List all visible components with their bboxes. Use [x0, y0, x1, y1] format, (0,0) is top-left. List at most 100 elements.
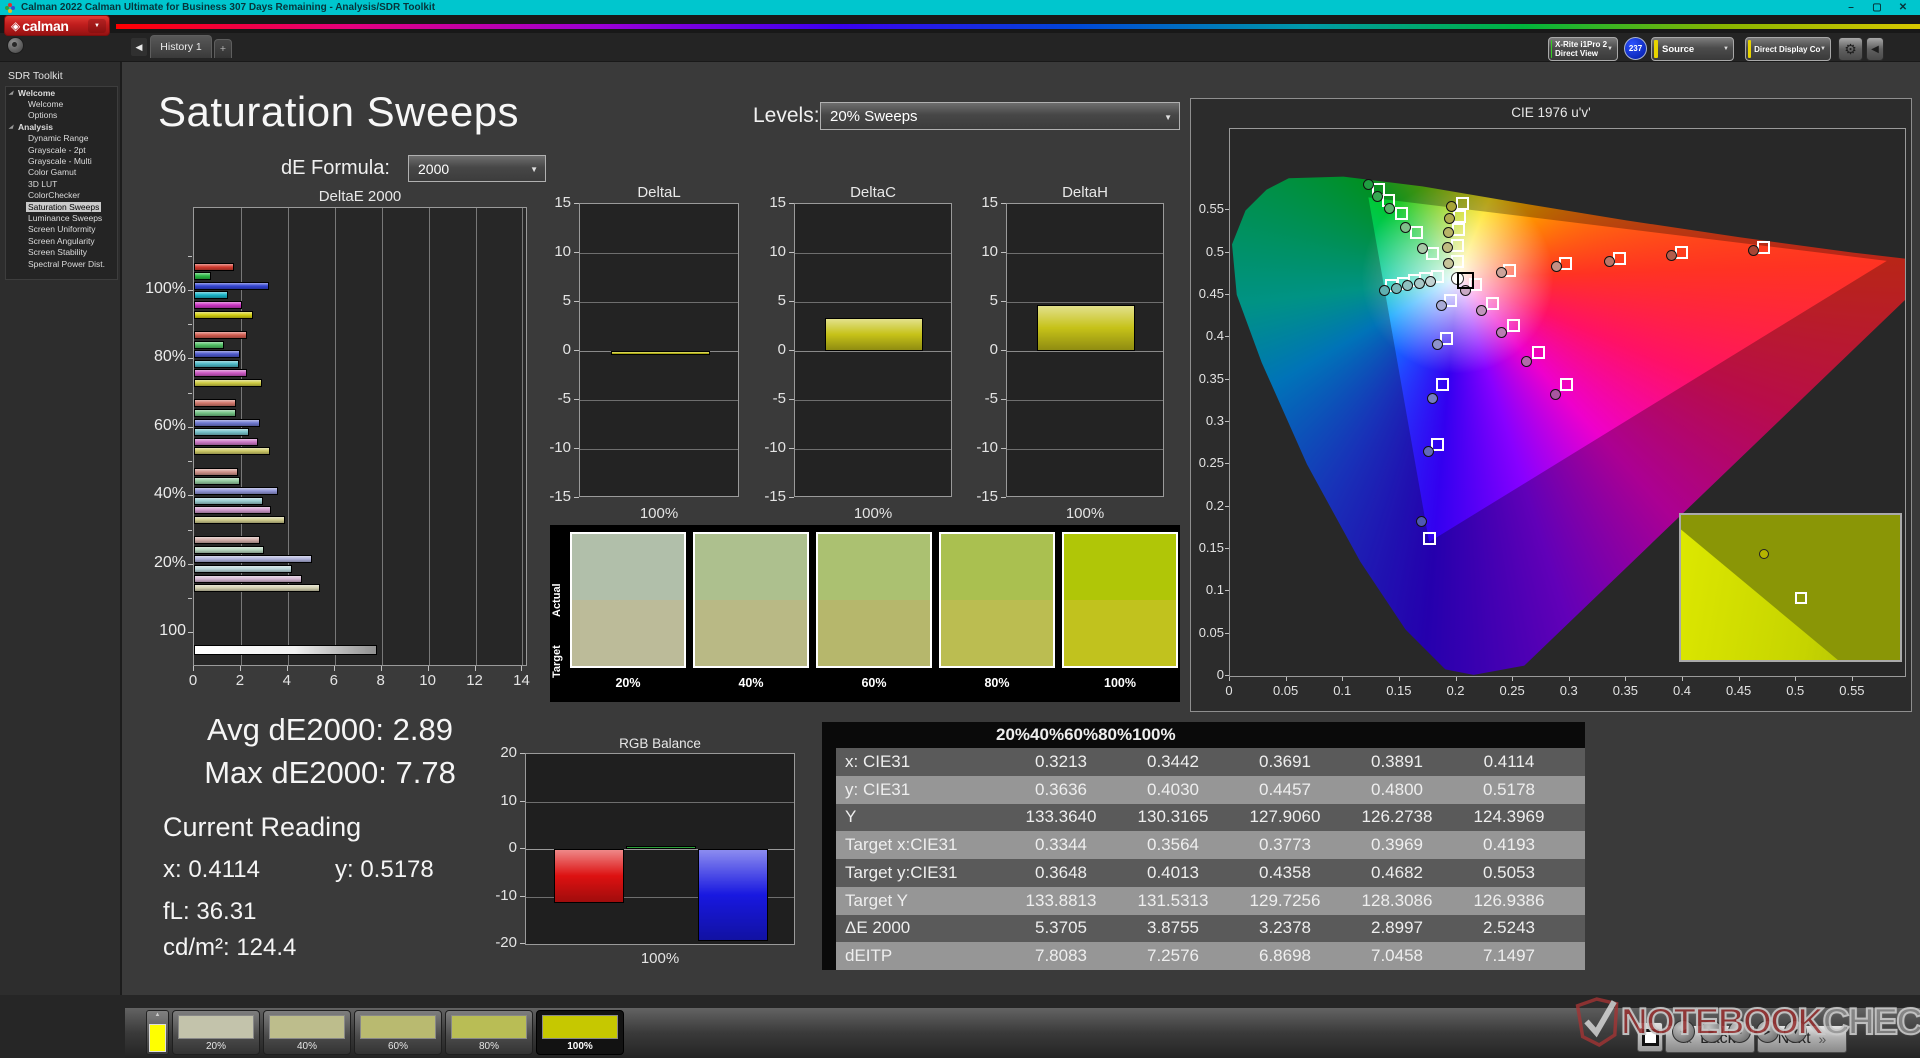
- gridline: [580, 253, 738, 254]
- collapse-left-icon[interactable]: ◀: [131, 38, 147, 56]
- sidebar-item-luminance-sweeps[interactable]: Luminance Sweeps: [6, 212, 117, 223]
- sidebar-item-dynamic-range[interactable]: Dynamic Range: [6, 133, 117, 144]
- x-label: 100%: [579, 505, 739, 522]
- sidebar-item-grayscale-2pt[interactable]: Grayscale - 2pt: [6, 144, 117, 155]
- y-tick-label: 5: [748, 292, 786, 309]
- measured-point-magenta-4: [1550, 389, 1561, 400]
- cie-x-label: 0.1: [1322, 683, 1362, 698]
- y-tick-label: 15: [748, 194, 786, 211]
- swatch-label-60%: 60%: [816, 676, 932, 690]
- sidebar-header: SDR Toolkit: [8, 70, 63, 82]
- y-tick: [789, 448, 794, 449]
- meter-mode: Direct View: [1555, 49, 1607, 58]
- x-tick-label: 12: [460, 672, 490, 689]
- watermark-notebook: NOTEBOOK: [1621, 1001, 1823, 1043]
- sidebar-item-welcome[interactable]: ◢Welcome: [6, 87, 117, 98]
- tab-history-1[interactable]: History 1: [150, 35, 212, 58]
- sidebar-item-screen-stability[interactable]: Screen Stability: [6, 246, 117, 257]
- gridline: [241, 208, 242, 665]
- close-icon[interactable]: ✕: [1890, 2, 1916, 13]
- levels-dropdown[interactable]: 20% Sweeps ▼: [820, 102, 1180, 130]
- session-indicator-button[interactable]: [7, 37, 24, 54]
- gridline: [580, 449, 738, 450]
- deltae-bar-60%-1: [194, 409, 236, 417]
- cie-y-tick: [1225, 675, 1229, 676]
- sidebar-item-screen-angularity[interactable]: Screen Angularity: [6, 235, 117, 246]
- formula-dropdown[interactable]: 2000 ▼: [408, 155, 546, 182]
- minimize-icon[interactable]: –: [1838, 2, 1864, 13]
- cie-y-tick: [1225, 209, 1229, 210]
- DeltaH-title: DeltaH: [1006, 184, 1164, 201]
- y-tick: [1001, 203, 1006, 204]
- meter-count-badge[interactable]: 237: [1624, 37, 1647, 60]
- cie-y-tick: [1225, 294, 1229, 295]
- x-tick: [334, 666, 335, 671]
- calman-menu-button[interactable]: ◈ calman ▼: [4, 15, 110, 36]
- deltae-bar-40%-5: [194, 516, 285, 524]
- logo-row: ◈ calman ▼: [0, 15, 1920, 33]
- swatch-actual-40%: [695, 534, 807, 600]
- swatch-actual-80%: [941, 534, 1053, 600]
- notebookcheck-watermark: NOTEBOOK CHECK: [1575, 989, 1920, 1055]
- swatch-target-100%: [1064, 600, 1176, 666]
- row-value: 0.4800: [1341, 780, 1453, 800]
- meter-dropdown[interactable]: X-Rite i1Pro 2 Direct View ▼: [1548, 37, 1618, 61]
- pattern-button-40%[interactable]: 40%: [263, 1010, 351, 1055]
- source-dropdown[interactable]: Source ▼: [1651, 37, 1734, 61]
- sidebar-item-3d-lut[interactable]: 3D LUT: [6, 178, 117, 189]
- sidebar-item-spectral-power-dist-[interactable]: Spectral Power Dist.: [6, 258, 117, 269]
- maximize-icon[interactable]: ▢: [1864, 2, 1890, 13]
- spectrum-bar: [116, 24, 1920, 29]
- sidebar-item-colorchecker[interactable]: ColorChecker: [6, 190, 117, 201]
- y-tick: [188, 495, 193, 496]
- cie-x-tick: [1342, 677, 1343, 681]
- table-row-Y: Y133.3640130.3165127.9060126.2738124.396…: [822, 804, 1585, 832]
- current-fl: fL: 36.31: [163, 898, 256, 926]
- cie-x-label: 0.3: [1549, 683, 1589, 698]
- sidebar-item-screen-uniformity[interactable]: Screen Uniformity: [6, 224, 117, 235]
- deltae-bar-100%-4: [194, 301, 242, 309]
- x-label: 100%: [525, 950, 795, 967]
- row-value: 129.7256: [1229, 891, 1341, 911]
- y-tick-label: -15: [533, 488, 571, 505]
- target-square-magenta-3: [1532, 346, 1545, 359]
- y-tick: [520, 943, 525, 944]
- chevron-down-icon[interactable]: ▼: [88, 19, 106, 33]
- gridline: [795, 253, 951, 254]
- pattern-button-100%[interactable]: 100%: [536, 1010, 624, 1055]
- y-tick: [188, 290, 193, 291]
- tree-expand-icon[interactable]: ◢: [9, 90, 13, 96]
- y-tick-label: 5: [533, 292, 571, 309]
- sidebar-item-welcome[interactable]: Welcome: [6, 98, 117, 109]
- pattern-label-60%: 60%: [355, 1041, 441, 1052]
- row-value: 0.5178: [1453, 780, 1565, 800]
- cie-x-tick: [1795, 677, 1796, 681]
- sidebar-item-analysis[interactable]: ◢Analysis: [6, 121, 117, 132]
- tree-expand-icon[interactable]: ◢: [9, 124, 13, 130]
- sidebar-item-options[interactable]: Options: [6, 110, 117, 121]
- sidebar-item-saturation-sweeps[interactable]: Saturation Sweeps: [6, 201, 117, 212]
- display-control-dropdown[interactable]: Direct Display Control ▼: [1745, 37, 1831, 61]
- DeltaC-plot: [794, 203, 952, 497]
- gear-icon[interactable]: ⚙: [1838, 37, 1863, 61]
- pattern-button-80%[interactable]: 80%: [445, 1010, 533, 1055]
- pattern-preview-panel[interactable]: ▲: [146, 1010, 169, 1055]
- pattern-button-60%[interactable]: 60%: [354, 1010, 442, 1055]
- gridline: [795, 302, 951, 303]
- chevron-down-icon: ▼: [1607, 46, 1613, 52]
- sidebar-item-grayscale-multi[interactable]: Grayscale - Multi: [6, 155, 117, 166]
- row-label: Y: [836, 807, 1005, 827]
- add-tab-button[interactable]: +: [214, 39, 232, 58]
- sidebar-item-color-gamut[interactable]: Color Gamut: [6, 167, 117, 178]
- y-tick-label: -15: [748, 488, 786, 505]
- swatch-label-40%: 40%: [693, 676, 809, 690]
- measured-point-green-0: [1417, 243, 1428, 254]
- y-tick-label: -5: [960, 390, 998, 407]
- expand-up-icon[interactable]: ▲: [147, 1012, 168, 1018]
- y-tick: [520, 753, 525, 754]
- gridline: [1007, 400, 1163, 401]
- pattern-button-20%[interactable]: 20%: [172, 1010, 260, 1055]
- collapse-panel-icon[interactable]: ◀: [1866, 37, 1884, 61]
- measured-point-blue-3: [1423, 446, 1434, 457]
- table-col-60%: 60%: [1064, 725, 1098, 745]
